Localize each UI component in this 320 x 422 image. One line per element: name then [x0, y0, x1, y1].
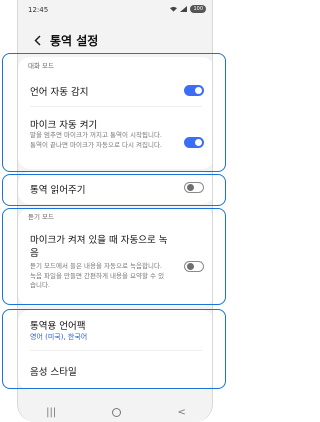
auto-mic-toggle[interactable]	[184, 137, 204, 148]
nav-back-button[interactable]: <	[178, 407, 186, 418]
language-voice-card: 통역용 언어팩 영어 (미국), 한국어 음성 스타일	[18, 310, 212, 390]
listening-mode-card: 듣기 모드 마이크가 켜져 있을 때 자동으로 녹음 듣기 모드에서 들은 내용…	[18, 208, 212, 306]
toggle-knob	[186, 262, 194, 270]
home-button[interactable]	[112, 407, 122, 417]
section-label-listening-mode: 듣기 모드	[28, 213, 54, 221]
language-pack-label[interactable]: 통역용 언어팩	[30, 318, 85, 332]
auto-record-label: 마이크가 켜져 있을 때 자동으로 녹음	[30, 235, 168, 259]
app-header: 통역 설정	[18, 26, 212, 54]
auto-record-description: 듣기 모드에서 들은 내용을 자동으로 녹음합니다. 녹음 파일을 만들면 간편…	[30, 262, 165, 289]
section-label-conversation-mode: 대화 모드	[28, 62, 54, 70]
auto-mic-label: 마이크 자동 켜기	[30, 120, 98, 131]
read-aloud-toggle[interactable]	[184, 182, 204, 193]
auto-record-toggle[interactable]	[184, 261, 204, 272]
toggle-knob	[195, 139, 202, 146]
auto-detect-language-toggle[interactable]	[184, 85, 204, 96]
signal-icon	[180, 6, 188, 12]
page-title: 통역 설정	[50, 33, 99, 48]
toggle-knob	[195, 87, 202, 94]
divider	[30, 106, 202, 107]
read-aloud-card[interactable]: 통역 읽어주기	[18, 172, 212, 204]
auto-detect-language-label: 언어 자동 감지	[30, 87, 89, 98]
back-arrow-icon[interactable]	[30, 33, 44, 47]
wifi-icon	[170, 6, 178, 12]
read-aloud-label: 통역 읽어주기	[30, 185, 86, 196]
auto-mic-description: 말을 멈추면 마이크가 꺼지고 통역이 시작됩니다. 통역이 끝나면 마이크가 …	[30, 131, 162, 149]
status-time: 12:45	[28, 6, 49, 14]
toggle-knob	[186, 183, 194, 191]
language-pack-subtitle: 영어 (미국), 한국어	[30, 333, 88, 341]
recent-apps-button[interactable]: |||	[46, 407, 56, 418]
voice-style-label[interactable]: 음성 스타일	[30, 364, 77, 378]
status-icons: 100	[170, 5, 206, 13]
phone-screen: 12:45 100 통역 설정 대화 모드 언어 자동 감지 마이크 자동 켜기…	[17, 0, 213, 422]
status-bar: 12:45 100	[18, 0, 212, 22]
conversation-mode-card: 대화 모드 언어 자동 감지 마이크 자동 켜기 말을 멈추면 마이크가 꺼지고…	[18, 57, 212, 169]
navigation-bar: ||| <	[18, 402, 212, 422]
battery-icon: 100	[190, 5, 206, 13]
divider	[30, 350, 202, 351]
